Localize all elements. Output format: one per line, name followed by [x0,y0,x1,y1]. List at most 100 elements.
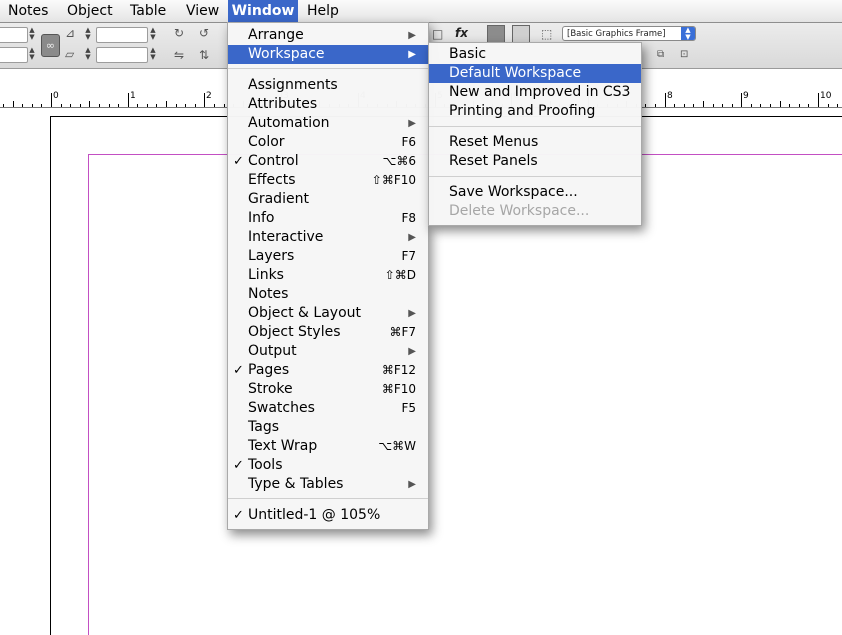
rotate-stepper[interactable]: ▲ ▼ [83,27,93,41]
text-wrap-icon[interactable] [512,25,530,43]
x-stepper[interactable]: ▲ ▼ [27,27,37,41]
menu-item-label: Interactive [248,229,324,245]
y-stepper[interactable]: ▲ ▼ [27,47,37,61]
window-menu-item[interactable]: Output ▶ [228,342,428,361]
menu-bar: Notes Object Table View Window Help [0,0,842,23]
menu-window[interactable]: Window [228,0,298,22]
ruler-tick [99,104,100,107]
window-menu-item[interactable]: Type & Tables ▶ [228,475,428,494]
shear-stepper[interactable]: ▲ ▼ [83,47,93,61]
ruler-tick [70,104,71,107]
menu-table[interactable]: Table [130,0,166,22]
window-menu-item[interactable]: Info F8 [228,209,428,228]
rotate-field[interactable] [96,27,148,43]
chain-link-icon[interactable]: ∞ [41,34,60,57]
menu-item-label: Notes [248,286,289,302]
menu-item-label: Text Wrap [248,438,318,454]
window-menu-item[interactable]: Gradient [228,190,428,209]
window-menu-item[interactable]: ✓ Tools [228,456,428,475]
ruler-tick [722,104,723,107]
submenu-arrow-icon: ▶ [408,30,416,41]
text-frame-options-icon[interactable] [487,25,505,43]
window-menu-item[interactable]: Effects ⇧⌘F10 [228,171,428,190]
menu-item-label: Info [248,210,275,226]
menu-item-label: Delete Workspace... [449,203,590,219]
menu-item-label: Control [248,153,299,169]
window-menu-item[interactable]: Attributes [228,95,428,114]
menu-item-shortcut: ⌘F7 [389,325,416,339]
window-menu-item[interactable]: Text Wrap ⌥⌘W [228,437,428,456]
workspace-menu-item[interactable]: Reset Menus [429,133,641,152]
menu-item-label: Links [248,267,284,283]
stroke-box-icon[interactable]: □ [432,27,443,41]
window-menu-item[interactable]: Object & Layout ▶ [228,304,428,323]
window-menu-item[interactable]: Color F6 [228,133,428,152]
window-menu-item[interactable]: Swatches F5 [228,399,428,418]
menu-item-shortcut: ⌘F10 [381,382,416,396]
menu-item-shortcut: ⌘F12 [381,363,416,377]
rotate-angle-icon: ⊿ [65,26,76,40]
menu-item-label: Gradient [248,191,309,207]
window-menu-item[interactable]: Links ⇧⌘D [228,266,428,285]
window-menu-item[interactable]: Assignments [228,76,428,95]
ruler-tick [185,104,186,107]
window-menu-item[interactable]: Interactive ▶ [228,228,428,247]
effects-fx-icon[interactable]: fx [455,26,468,40]
ruler-tick [645,104,646,107]
shear-field[interactable] [96,47,148,63]
menu-object[interactable]: Object [67,0,113,22]
window-menu-item[interactable]: Arrange ▶ [228,26,428,45]
window-menu-item[interactable]: Automation ▶ [228,114,428,133]
window-menu-item[interactable]: ✓ Untitled-1 @ 105% [228,506,428,525]
window-menu-item[interactable]: Tags [228,418,428,437]
ruler-label: 9 [743,91,749,101]
ruler-tick [703,101,704,107]
ruler-tick [166,101,167,107]
rotate-cw-icon[interactable]: ↻ [174,26,184,40]
menu-item-shortcut: F7 [401,249,416,263]
submenu-arrow-icon: ▶ [408,49,416,60]
menu-item-label: Reset Menus [449,134,539,150]
window-menu-item[interactable]: Layers F7 [228,247,428,266]
ruler-tick [109,104,110,107]
window-menu-item[interactable]: Stroke ⌘F10 [228,380,428,399]
checkmark-icon: ✓ [233,363,244,378]
ruler-tick [828,104,829,107]
menu-item-label: Default Workspace [449,65,582,81]
flip-vertical-icon[interactable]: ⇅ [199,48,209,62]
x-position-field[interactable] [0,27,28,43]
menu-help[interactable]: Help [307,0,339,22]
workspace-menu-item[interactable]: Default Workspace [429,64,641,83]
fit-frame-icon[interactable]: ⊡ [680,48,688,62]
rotate-field-stepper[interactable]: ▲ ▼ [148,27,158,41]
window-menu-item[interactable]: ✓ Pages ⌘F12 [228,361,428,380]
workspace-menu-item[interactable]: New and Improved in CS3 [429,83,641,102]
ruler-tick [770,104,771,107]
workspace-menu-item[interactable]: Reset Panels [429,152,641,171]
ruler-tick [732,104,733,107]
menu-notes[interactable]: Notes [8,0,48,22]
window-menu-item[interactable]: Notes [228,285,428,304]
workspace-menu-item[interactable]: Save Workspace... [429,183,641,202]
shear-field-stepper[interactable]: ▲ ▼ [148,47,158,61]
rotate-ccw-icon[interactable]: ↺ [199,26,209,40]
y-position-field[interactable] [0,47,28,63]
window-menu-item[interactable]: ✓ Control ⌥⌘6 [228,152,428,171]
ruler-tick [41,104,42,107]
window-menu-item[interactable]: Workspace ▶ [228,45,428,64]
page-left-edge [50,116,51,635]
checkmark-icon: ✓ [233,154,244,169]
menu-separator [228,498,428,499]
menu-item-label: Untitled-1 @ 105% [248,507,381,523]
menu-item-shortcut: ⌥⌘W [378,439,416,453]
submenu-arrow-icon: ▶ [408,308,416,319]
menu-view[interactable]: View [186,0,219,22]
window-menu-item[interactable]: Object Styles ⌘F7 [228,323,428,342]
menu-item-label: Arrange [248,27,304,43]
object-style-select[interactable]: [Basic Graphics Frame] ▲ ▼ [562,26,696,41]
menu-separator [429,126,641,127]
flip-horizontal-icon[interactable]: ⇋ [174,48,184,62]
workspace-menu-item[interactable]: Printing and Proofing [429,102,641,121]
fit-content-icon[interactable]: ⧉ [657,48,664,62]
workspace-menu-item[interactable]: Basic [429,45,641,64]
